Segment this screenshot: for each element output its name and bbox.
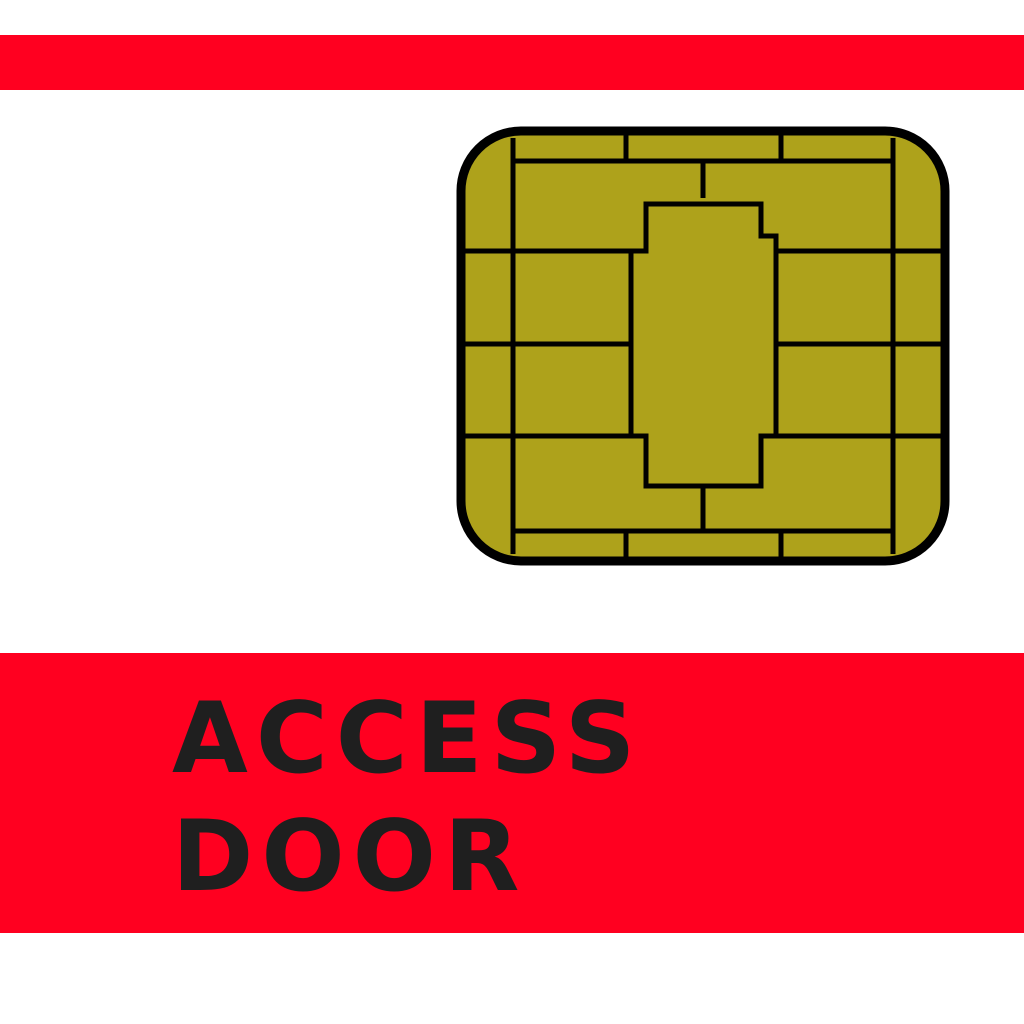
- access-card: ACCESS DOOR: [0, 0, 1024, 1024]
- card-label-line2: DOOR: [172, 800, 528, 914]
- card-label: ACCESS DOOR: [172, 680, 992, 916]
- top-stripe: [0, 35, 1024, 90]
- smart-card-chip-icon: [456, 126, 950, 566]
- card-label-line1: ACCESS: [172, 682, 644, 796]
